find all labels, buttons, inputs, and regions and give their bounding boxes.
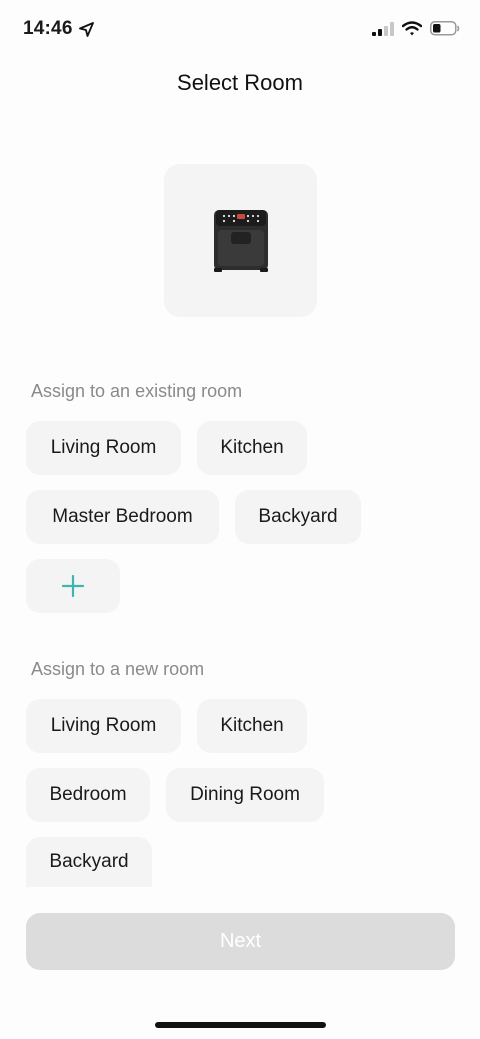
status-icons — [372, 21, 460, 36]
new-room-chip-bedroom[interactable]: Bedroom — [26, 768, 150, 822]
page-title: Select Room — [177, 70, 303, 95]
chip-label: Living Room — [50, 715, 157, 736]
existing-room-chip-kitchen[interactable]: Kitchen — [197, 421, 307, 475]
new-room-chip-backyard[interactable]: Backyard — [26, 837, 152, 887]
status-time-text: 14:46 — [23, 18, 73, 39]
existing-room-chip-master-bedroom[interactable]: Master Bedroom — [26, 490, 219, 544]
battery-icon — [430, 21, 460, 36]
air-fryer-icon — [213, 209, 268, 272]
device-image-tile — [164, 164, 317, 317]
new-room-chip-kitchen[interactable]: Kitchen — [197, 699, 307, 753]
existing-room-chip-backyard[interactable]: Backyard — [235, 490, 361, 544]
chip-label: Kitchen — [220, 437, 284, 458]
plus-icon — [61, 574, 85, 598]
chip-label: Living Room — [50, 437, 157, 458]
chip-label: Backyard — [258, 506, 338, 527]
new-room-chip-living-room[interactable]: Living Room — [26, 699, 181, 753]
chip-label: Dining Room — [190, 784, 300, 805]
new-room-label: Assign to a new room — [31, 659, 205, 679]
chip-label: Kitchen — [220, 715, 284, 736]
new-room-chip-dining-room[interactable]: Dining Room — [166, 768, 324, 822]
home-indicator — [155, 1022, 326, 1028]
existing-room-chip-living-room[interactable]: Living Room — [26, 421, 181, 475]
chip-label: Bedroom — [49, 784, 127, 805]
chip-label: Backyard — [49, 851, 129, 872]
wifi-icon — [402, 21, 422, 36]
existing-room-label: Assign to an existing room — [31, 381, 243, 401]
next-button-label: Next — [219, 930, 262, 952]
location-arrow-icon — [78, 21, 94, 37]
chip-label: Master Bedroom — [52, 506, 193, 527]
status-time: 14:46 — [23, 18, 94, 40]
add-room-button[interactable] — [26, 559, 120, 613]
cellular-signal-icon — [372, 21, 394, 36]
status-bar: 14:46 — [0, 0, 480, 60]
next-button[interactable]: Next — [26, 913, 455, 970]
